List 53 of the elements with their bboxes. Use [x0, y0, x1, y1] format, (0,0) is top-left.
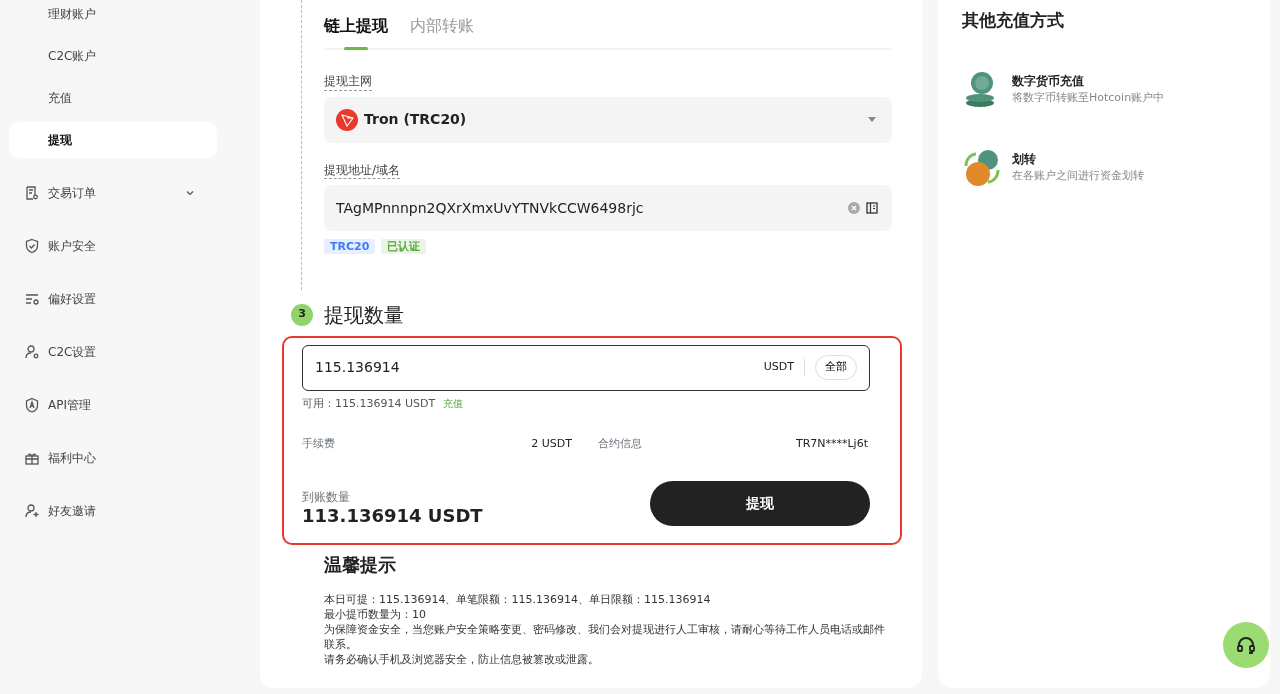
coin-exchange-icon: [962, 147, 1002, 188]
settings-icon: [24, 291, 40, 307]
tab[interactable]: 链上提现: [324, 14, 388, 48]
method-description: 在各账户之间进行资金划转: [1012, 168, 1144, 185]
tip-text: 为保障资金安全，当您账户安全策略变更、密码修改、我们会对提现进行人工审核，请耐心等待工作人员电话或邮件联系。: [324, 621, 886, 652]
section-title: 提现数量: [324, 301, 404, 329]
tips-title: 温馨提示: [324, 552, 397, 577]
unit-label: USDT: [763, 359, 805, 376]
withdraw-button[interactable]: 提现: [650, 480, 870, 526]
dropdown-caret-icon: [868, 117, 876, 123]
info-label: 合约信息: [598, 436, 642, 453]
tag: 已认证: [381, 239, 427, 255]
gift-icon: [24, 450, 40, 466]
tip-text: 本日可提：115.136914、单笔限额：115.136914、单日限额：115.136914: [324, 591, 712, 607]
sidebar-item[interactable]: C2C账户: [9, 38, 217, 74]
user-gear-icon: [24, 344, 40, 360]
headset-icon: [1235, 634, 1257, 656]
amount-field[interactable]: 115.136914 USDT 全部: [302, 344, 870, 391]
available-balance: 可用：115.136914 USDT: [302, 395, 436, 412]
info-value: TR7N****Lj6t: [795, 436, 868, 453]
address-field[interactable]: TAgMPnnnpn2QXrXmxUvYTNVkCCW6498rjc: [324, 185, 892, 232]
method-title[interactable]: 数字货币充值: [1012, 72, 1165, 91]
sidebar-item[interactable]: 交易订单: [9, 175, 217, 211]
sidebar-item[interactable]: 充值: [9, 80, 217, 116]
sidebar-item[interactable]: 提现: [9, 122, 217, 158]
method-title[interactable]: 划转: [1012, 150, 1144, 169]
sidebar-item[interactable]: 偏好设置: [9, 281, 217, 317]
sidebar-item[interactable]: 账户安全: [9, 228, 217, 264]
method-description: 将数字币转账至Hotcoin账户中: [1012, 90, 1165, 107]
step-badge: 3: [291, 303, 313, 326]
tip-text: 请务必确认手机及浏览器安全，防止信息被篡改或泄露。: [324, 651, 600, 667]
all-button[interactable]: 全部: [815, 355, 857, 380]
shield-icon: [24, 238, 40, 254]
sidebar-item[interactable]: C2C设置: [9, 334, 217, 370]
document-icon: [24, 185, 40, 201]
info-value: 2 USDT: [531, 436, 572, 453]
address-book-icon[interactable]: [866, 202, 878, 215]
user-add-icon: [24, 503, 40, 519]
sidebar-item[interactable]: 好友邀请: [9, 493, 217, 529]
sidebar-item[interactable]: 福利中心: [9, 440, 217, 476]
receive-label: 到账数量: [302, 488, 351, 506]
tag: TRC20: [324, 239, 376, 255]
network-select[interactable]: Tron (TRC20): [324, 96, 892, 143]
sidebar-item[interactable]: API管理: [9, 387, 217, 423]
sidebar-item[interactable]: 理财账户: [9, 0, 217, 32]
tip-text: 最小提币数量为：10: [324, 606, 427, 622]
section-title: 其他充值方式: [962, 9, 1065, 32]
field-label: 提现地址/域名: [324, 162, 401, 180]
info-label: 手续费: [302, 436, 335, 453]
receive-amount: 113.136914 USDT: [302, 505, 483, 526]
field-label: 提现主网: [324, 74, 372, 91]
shield-letter-icon: [24, 397, 40, 413]
tron-logo-icon: [336, 108, 358, 131]
